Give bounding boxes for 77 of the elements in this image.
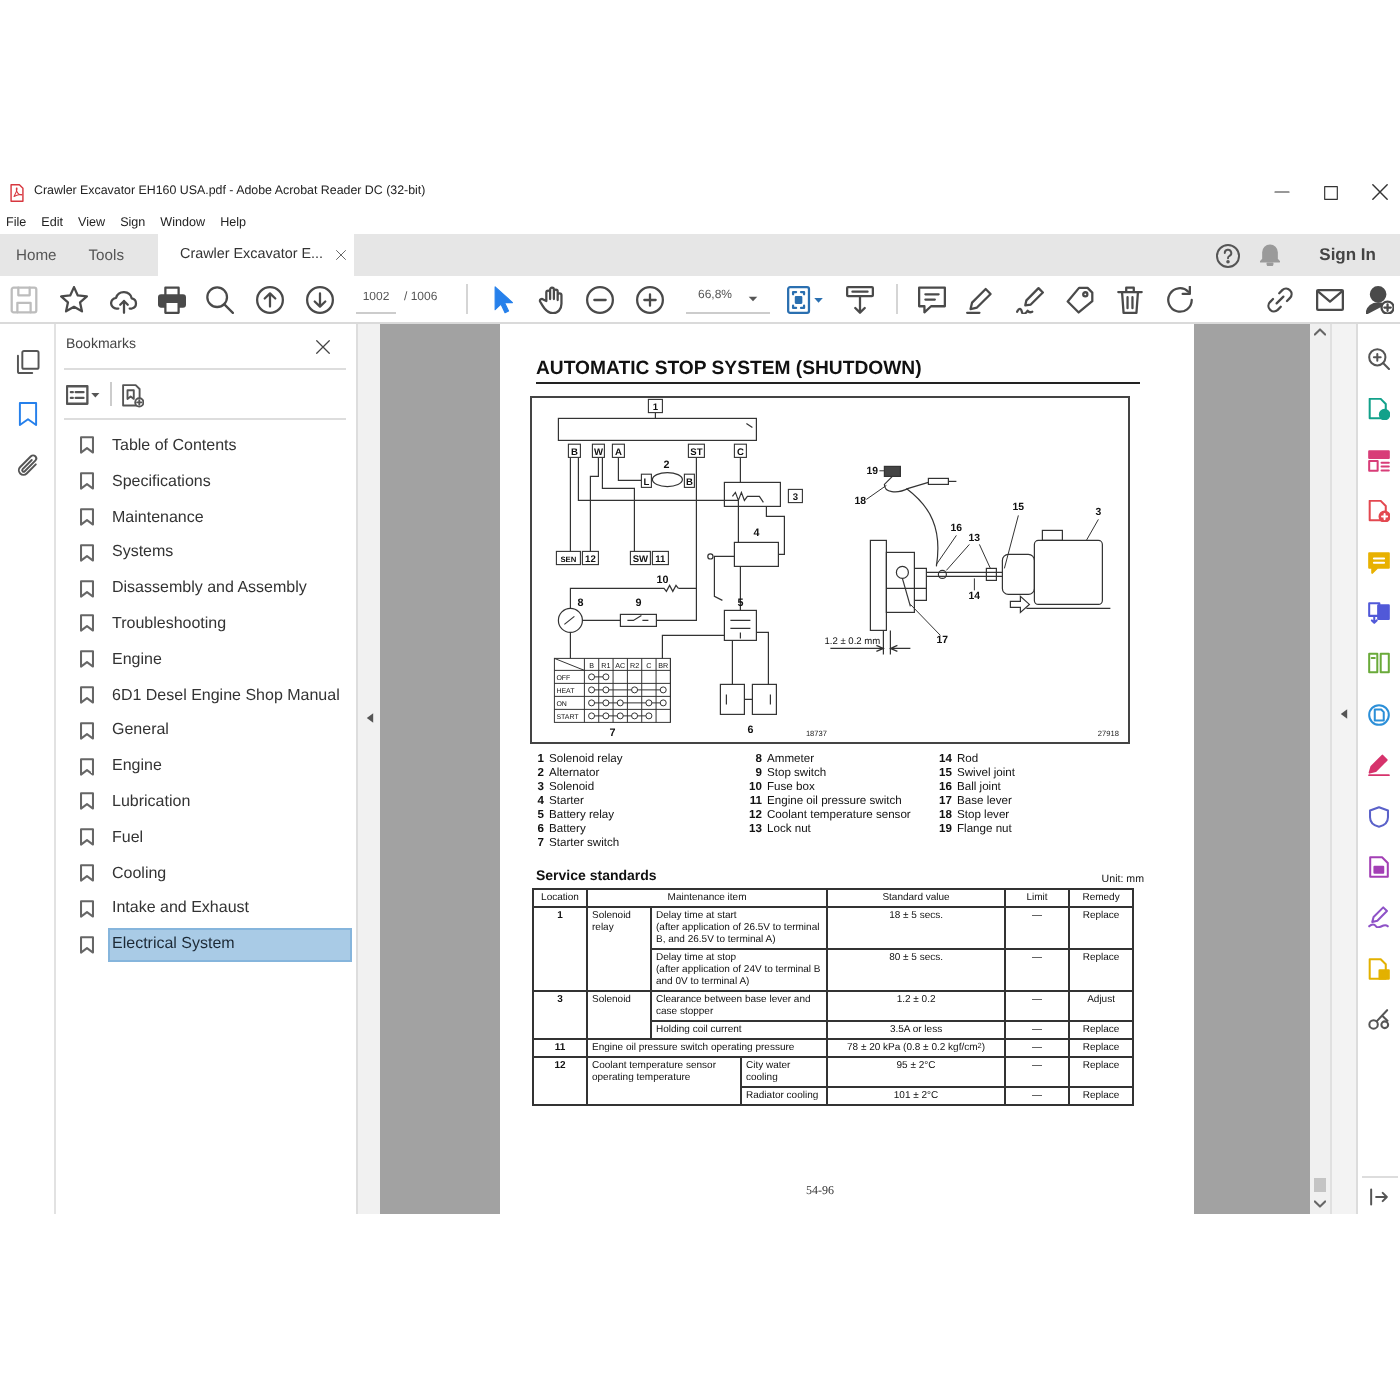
- arrow-icon: [1009, 595, 1031, 614]
- trash-icon[interactable]: [1116, 285, 1144, 313]
- scroll-mode-icon[interactable]: [846, 285, 874, 313]
- document-icon[interactable]: [1368, 398, 1390, 421]
- bookmark-item[interactable]: Engine: [108, 642, 352, 677]
- bookmark-item[interactable]: Electrical System: [108, 927, 352, 962]
- leader-line: [973, 577, 975, 591]
- previous-page-icon[interactable]: [256, 285, 284, 313]
- bookmark-item[interactable]: Specifications: [108, 464, 352, 499]
- bookmark-item[interactable]: Maintenance: [108, 499, 352, 534]
- scroll-up-icon[interactable]: [1314, 328, 1326, 336]
- bookmark-icon[interactable]: [15, 402, 39, 426]
- link-icon[interactable]: [1266, 285, 1294, 313]
- bookmark-item[interactable]: Systems: [108, 535, 352, 570]
- bookmark-item[interactable]: Table of Contents: [108, 428, 352, 463]
- zoom-out-icon[interactable]: [586, 285, 614, 313]
- leader-line: [865, 484, 887, 500]
- print-icon[interactable]: [158, 285, 186, 313]
- bookmark-item[interactable]: 6D1 Desel Engine Shop Manual: [108, 677, 354, 712]
- leader-line: [1003, 514, 1019, 569]
- zoom-in-icon[interactable]: [636, 285, 664, 313]
- user-add-icon[interactable]: [1366, 285, 1394, 313]
- expand-panel-icon[interactable]: [1370, 1188, 1388, 1206]
- bookmark-item[interactable]: Engine: [108, 749, 352, 784]
- columns-icon[interactable]: [1368, 652, 1390, 675]
- pdf-file-icon: [8, 183, 26, 201]
- leader-line: [909, 603, 941, 636]
- close-icon[interactable]: [1372, 184, 1388, 200]
- fit-page-icon[interactable]: [785, 285, 823, 313]
- cursor-icon[interactable]: [490, 285, 518, 313]
- caret-icon[interactable]: [748, 295, 758, 301]
- star-icon[interactable]: [60, 285, 88, 313]
- collapse-arrow-icon[interactable]: [365, 712, 373, 724]
- document-circle-icon[interactable]: [1368, 703, 1390, 726]
- collapse-arrow-icon[interactable]: [1340, 708, 1348, 720]
- bookmark-item[interactable]: Cooling: [108, 855, 352, 890]
- layout-icon[interactable]: [1368, 449, 1390, 472]
- rotate-icon[interactable]: [1166, 285, 1194, 313]
- paperclip-icon[interactable]: [15, 454, 39, 478]
- help-icon[interactable]: [1215, 243, 1240, 267]
- leader-line: [878, 470, 885, 472]
- bookmark-item[interactable]: Troubleshooting: [108, 606, 352, 641]
- pages-icon[interactable]: [15, 350, 39, 374]
- sign-in-link[interactable]: Sign In: [1319, 244, 1376, 266]
- switch-table-drawing: [553, 657, 671, 723]
- upload-icon[interactable]: [110, 285, 138, 313]
- pen-icon[interactable]: [1368, 906, 1390, 929]
- document-plus-icon[interactable]: [1368, 500, 1390, 523]
- options-icon[interactable]: [66, 383, 100, 405]
- signature-icon[interactable]: [1016, 285, 1044, 313]
- comment-icon[interactable]: [918, 285, 946, 313]
- scissors-icon[interactable]: [1368, 1008, 1390, 1031]
- tag-icon[interactable]: [1066, 285, 1094, 313]
- minimize-icon[interactable]: [1274, 190, 1290, 194]
- document-icon[interactable]: [1368, 855, 1390, 878]
- close-icon[interactable]: [316, 339, 330, 353]
- shield-icon[interactable]: [1368, 805, 1390, 828]
- bookmark-item[interactable]: Disassembly and Assembly: [108, 571, 352, 606]
- mail-icon[interactable]: [1316, 285, 1344, 313]
- next-page-icon[interactable]: [306, 285, 334, 313]
- bookmark-item[interactable]: General: [108, 713, 352, 748]
- bookmark-item[interactable]: Lubrication: [108, 784, 352, 819]
- search-icon[interactable]: [206, 285, 234, 313]
- close-icon[interactable]: [335, 250, 345, 260]
- bookmark-item[interactable]: Intake and Exhaust: [108, 891, 352, 926]
- document-arrow-icon[interactable]: [1368, 601, 1390, 624]
- hand-icon[interactable]: [538, 285, 566, 313]
- scrollbar-thumb[interactable]: [1314, 1178, 1326, 1192]
- bookmark-item[interactable]: Fuel: [108, 820, 352, 855]
- pen-icon[interactable]: [966, 285, 994, 313]
- add-bookmark-icon[interactable]: [122, 381, 144, 407]
- scroll-down-icon[interactable]: [1314, 1200, 1326, 1208]
- page-heading: AUTOMATIC STOP SYSTEM (SHUTDOWN): [536, 358, 1140, 384]
- maximize-icon[interactable]: [1324, 185, 1338, 199]
- leader-line: [1085, 518, 1099, 541]
- pen-icon[interactable]: [1368, 754, 1390, 777]
- zoom-in-icon[interactable]: [1368, 348, 1390, 370]
